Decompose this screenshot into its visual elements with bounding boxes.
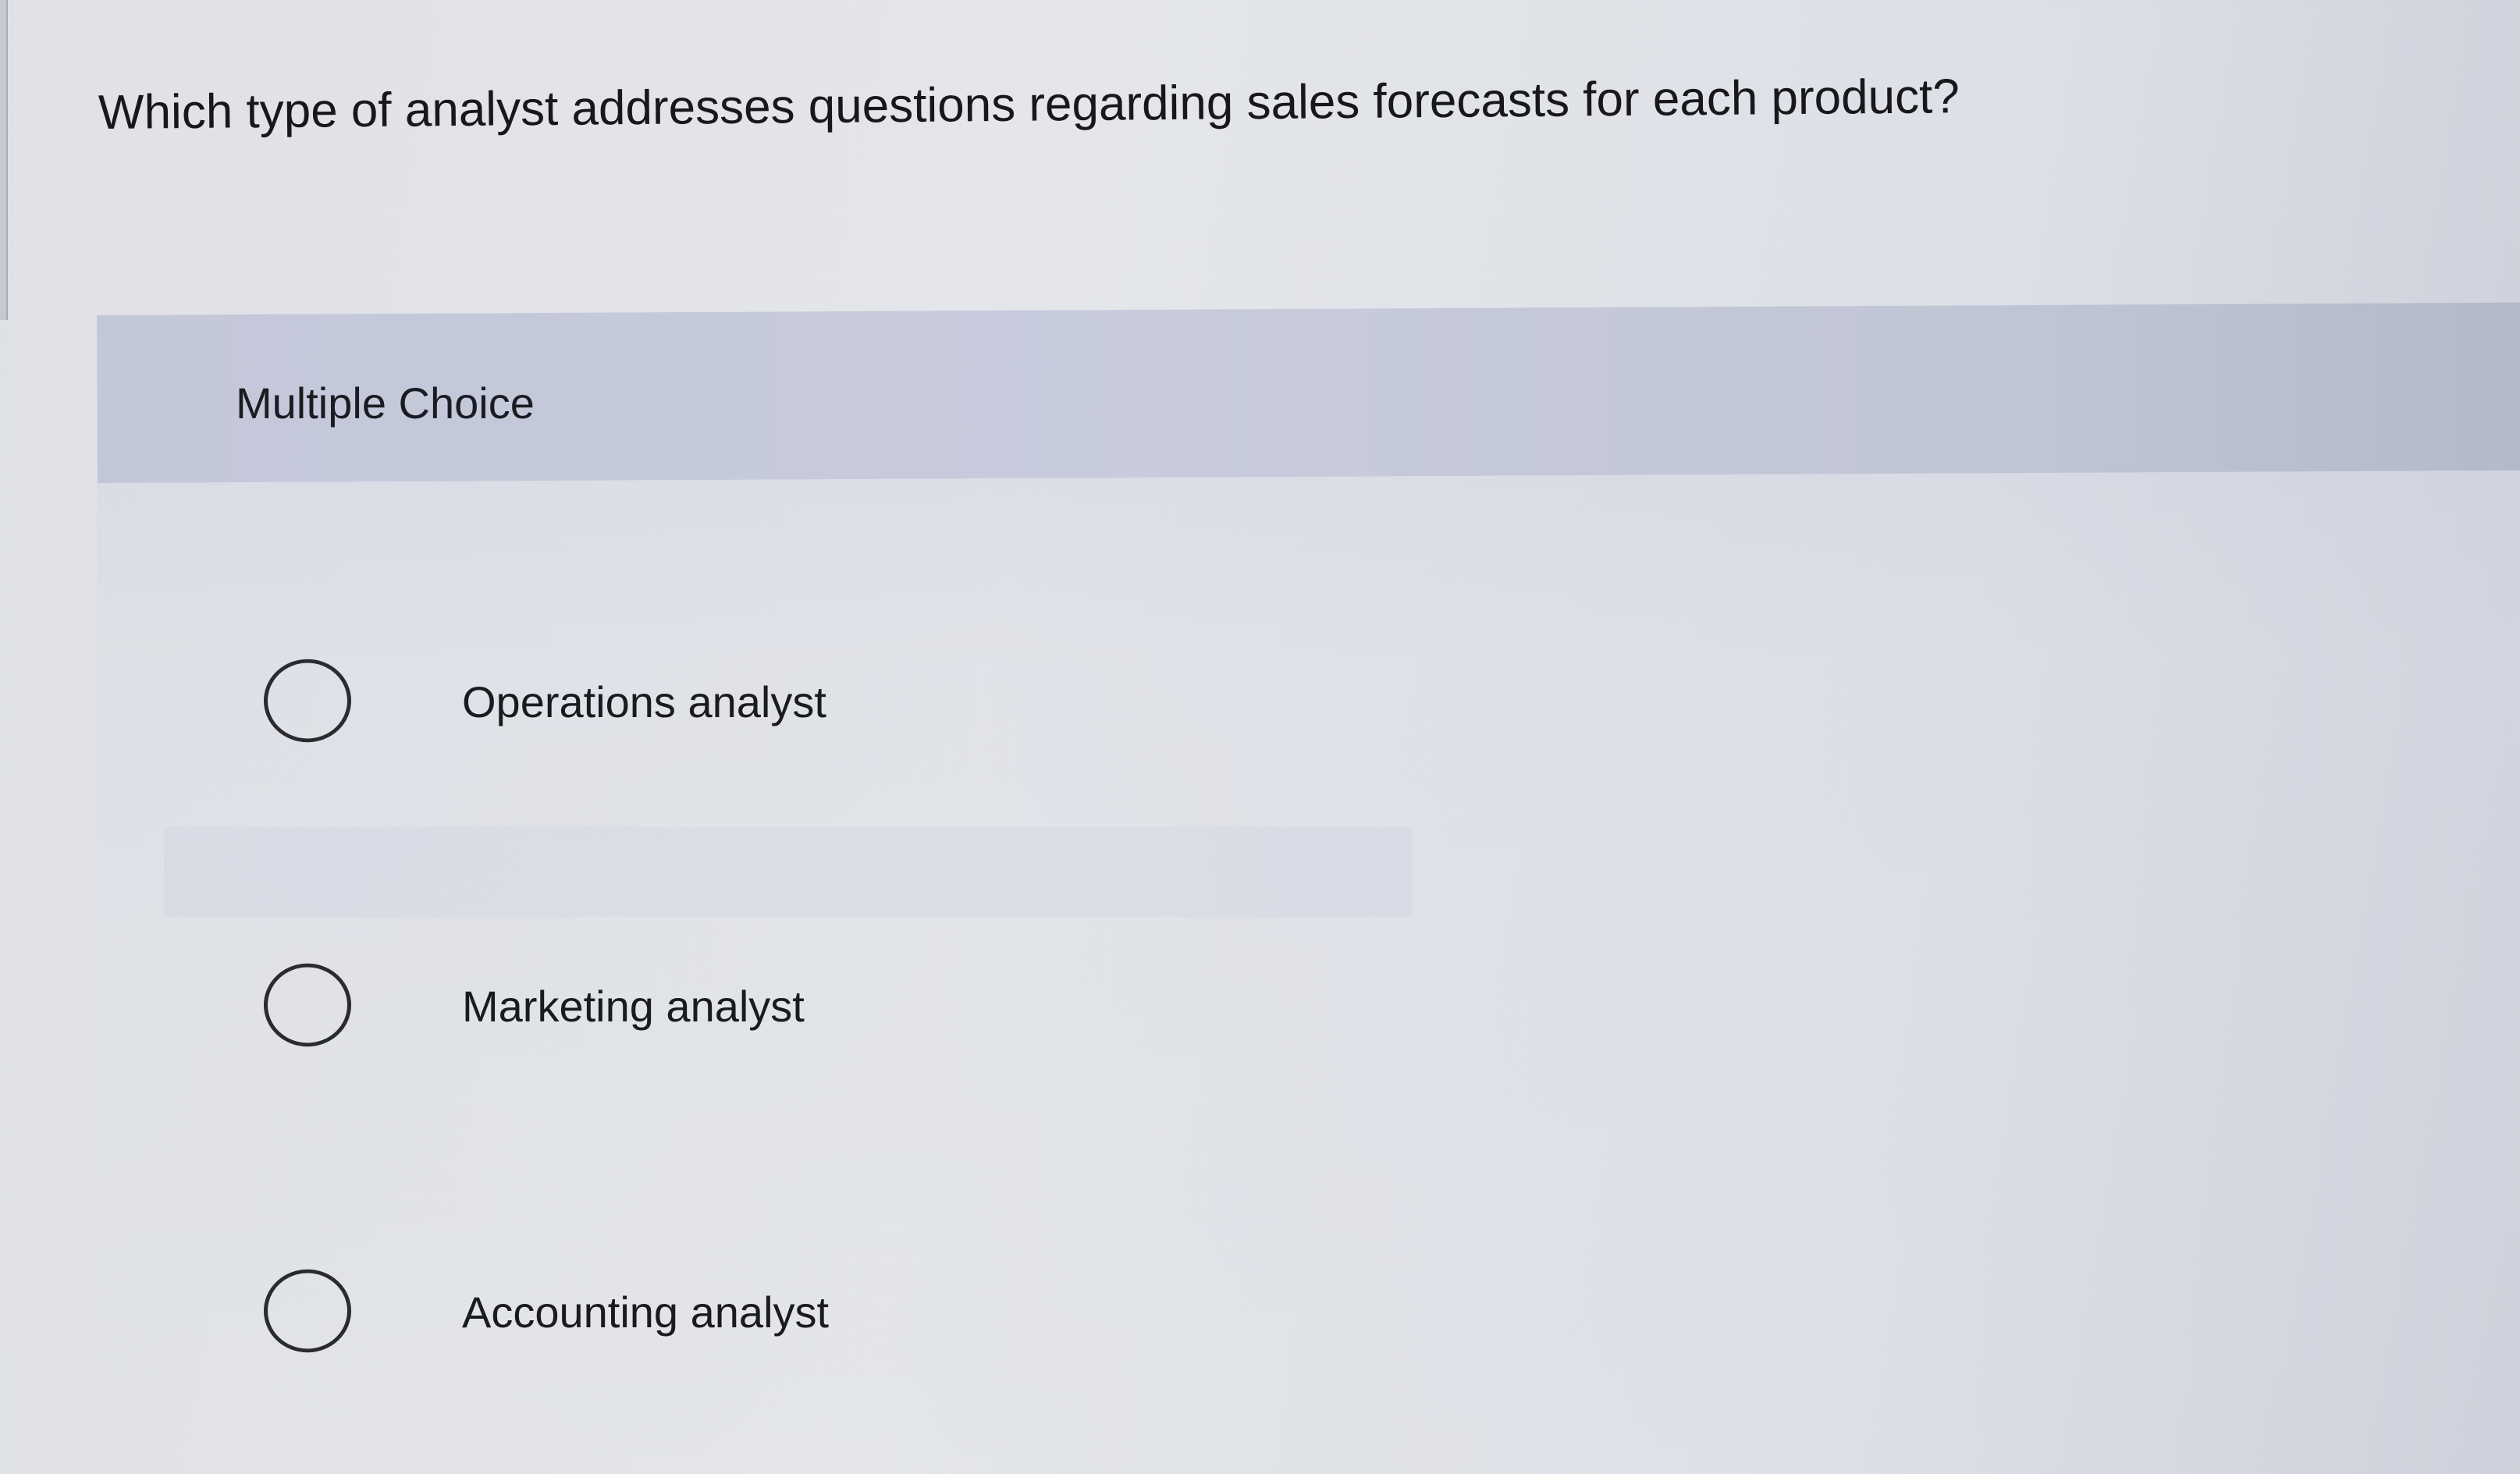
options-list: Operations analyst Marketing analyst Acc… <box>164 593 2520 1474</box>
option-label: Accounting analyst <box>462 1288 830 1337</box>
option-row-band <box>164 827 1413 917</box>
radio-button-unselected-icon[interactable] <box>264 963 351 1047</box>
option-accounting-analyst[interactable]: Accounting analyst <box>164 1242 1881 1383</box>
page-left-edge <box>0 0 8 320</box>
option-operations-analyst[interactable]: Operations analyst <box>164 632 1881 773</box>
radio-button-unselected-icon[interactable] <box>264 659 351 743</box>
option-marketing-analyst[interactable]: Marketing analyst <box>164 936 1881 1077</box>
question-text: Which type of analyst addresses question… <box>98 69 1960 140</box>
multiple-choice-header-label: Multiple Choice <box>236 378 535 428</box>
radio-button-unselected-icon[interactable] <box>264 1269 351 1353</box>
option-label: Marketing analyst <box>462 982 805 1031</box>
option-label: Operations analyst <box>462 677 826 726</box>
